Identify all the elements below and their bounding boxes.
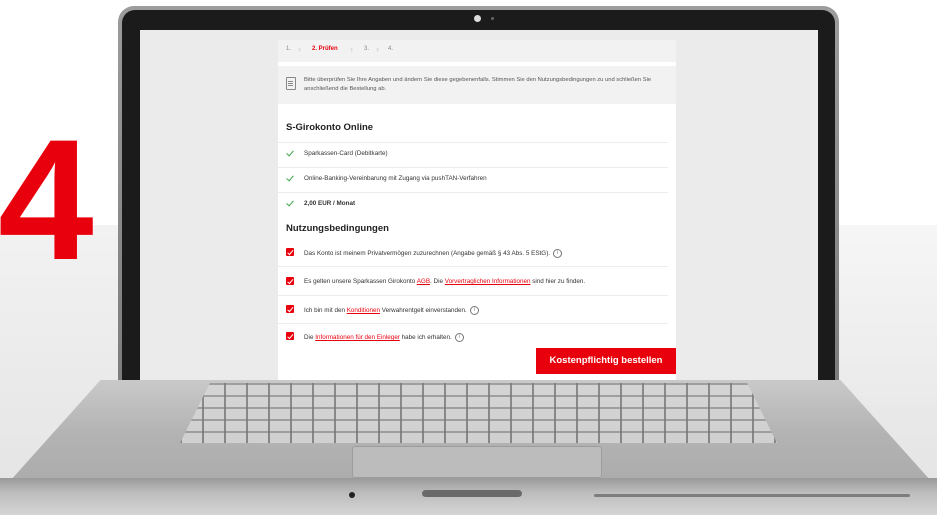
terms-item: Es gelten unsere Sparkassen Girokonto AG… [278,272,668,294]
lid-latch [422,490,522,497]
info-icon[interactable]: i [454,333,464,342]
laptop-screen: 1. › 2. Prüfen › 3. › 4. Bitte überprüfe… [140,30,818,388]
feature-item: Sparkassen-Card (Debitkarte) [278,144,668,166]
divider [278,142,668,143]
terms-item: Das Konto ist meinem Privatvermögen zuzu… [278,243,668,265]
terms-text: Ich bin mit den Konditionen Verwahrentge… [304,306,479,315]
terms-checkbox-2[interactable] [286,277,294,285]
depositor-info-link[interactable]: Informationen für den Einleger [315,334,400,341]
trackpad [352,446,602,478]
feature-item: Online-Banking-Vereinbarung mit Zugang v… [278,169,668,191]
terms-text: Die Informationen für den Einleger habe … [304,333,464,342]
terms-title: Nutzungsbedingungen [286,223,389,234]
terms-checkbox-3[interactable] [286,305,294,313]
review-notice: Bitte überprüfen Sie Ihre Angaben und än… [278,66,676,104]
step-3: 3. [364,46,370,52]
conditions-link[interactable]: Konditionen [347,307,380,314]
order-summary-card: 1. › 2. Prüfen › 3. › 4. Bitte überprüfe… [278,40,676,388]
step-2-current: 2. Prüfen [312,46,338,52]
step-number: 4 [0,104,94,296]
review-notice-text: Bitte überprüfen Sie Ihre Angaben und än… [304,77,652,92]
chevron-right-icon: › [350,44,353,54]
check-icon [286,149,295,158]
step-4: 4. [388,46,394,52]
camera-icon [474,15,481,22]
feature-item: 2,00 EUR / Monat [278,194,668,216]
divider [278,266,668,267]
camera-light [491,17,494,20]
progress-steps: 1. › 2. Prüfen › 3. › 4. [278,40,676,62]
price-label: 2,00 EUR / Monat [304,200,356,207]
check-icon [286,174,295,183]
keyboard-rows [180,383,777,443]
terms-item: Ich bin mit den Konditionen Verwahrentge… [278,300,668,322]
terms-checkbox-1[interactable] [286,248,294,256]
terms-text: Es gelten unsere Sparkassen Girokonto AG… [304,278,586,285]
product-title: S-Girokonto Online [286,122,374,133]
step-1[interactable]: 1. [286,46,291,52]
power-led-icon [349,492,355,498]
divider [278,167,668,168]
chevron-right-icon: › [298,44,301,54]
order-button[interactable]: Kostenpflichtig bestellen [536,348,676,374]
info-icon[interactable]: i [469,306,479,315]
agb-link[interactable]: AGB [417,278,430,285]
optical-drive-slot [594,494,910,497]
terms-text: Das Konto ist meinem Privatvermögen zuzu… [304,249,563,258]
terms-checkbox-4[interactable] [286,332,294,340]
terms-item: Die Informationen für den Einleger habe … [278,327,668,349]
divider [278,295,668,296]
info-icon[interactable]: i [553,249,563,258]
chevron-right-icon: › [376,44,379,54]
document-icon [286,77,296,90]
feature-label: Sparkassen-Card (Debitkarte) [304,150,388,157]
check-icon [286,199,295,208]
divider [278,323,668,324]
feature-label: Online-Banking-Vereinbarung mit Zugang v… [304,175,487,182]
divider [278,192,668,193]
precontractual-info-link[interactable]: Vorvertraglichen Informationen [445,278,531,285]
